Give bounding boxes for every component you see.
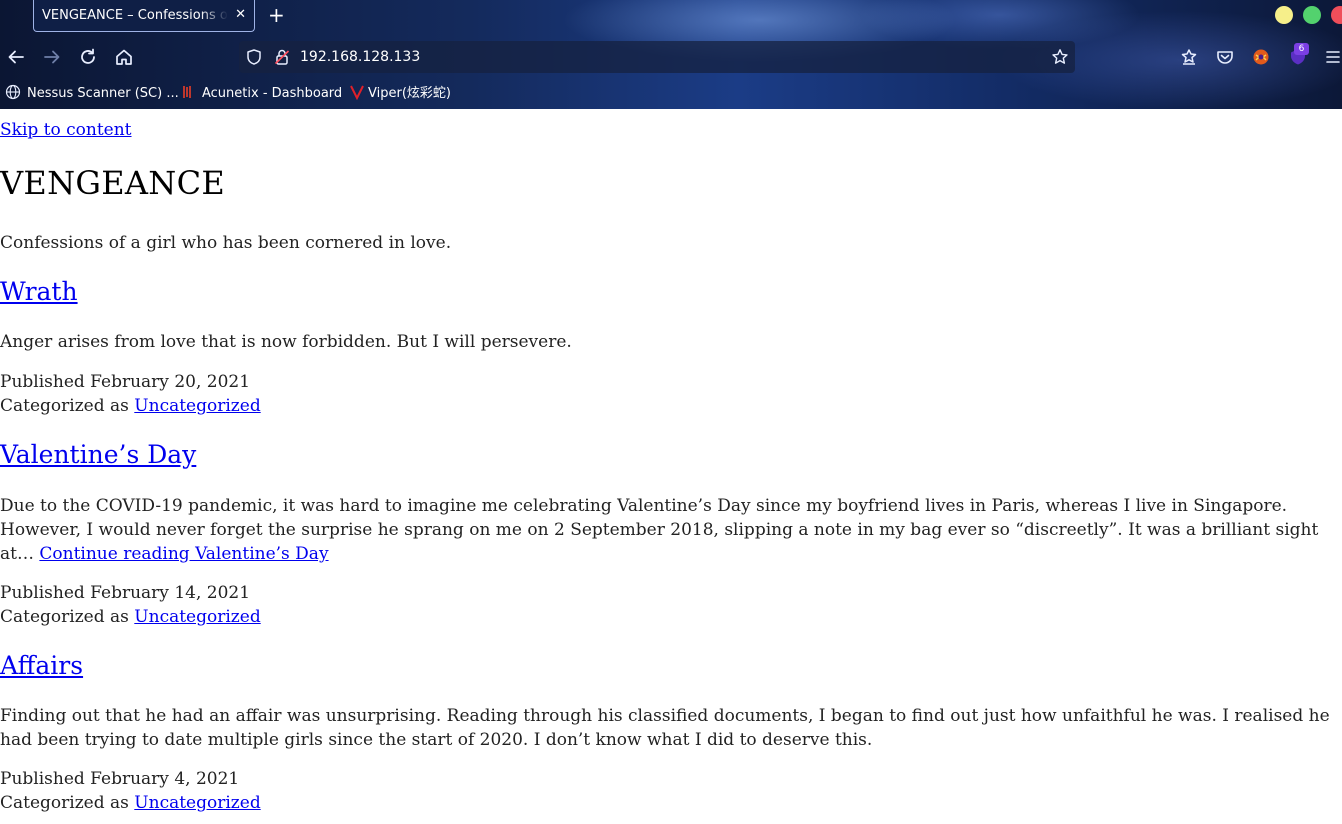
- bookmark-star-icon[interactable]: [1051, 48, 1069, 66]
- bookmark-label: Viper(炫彩蛇): [368, 86, 451, 101]
- shield-icon[interactable]: [245, 48, 263, 66]
- bookmark-acunetix[interactable]: Acunetix - Dashboard: [180, 84, 342, 102]
- pocket-icon[interactable]: [1214, 46, 1236, 68]
- tab-close-icon[interactable]: ✕: [235, 7, 246, 23]
- new-tab-button[interactable]: +: [268, 5, 285, 25]
- bookmark-nessus[interactable]: Nessus Scanner (SC) ...: [5, 84, 179, 102]
- url-text[interactable]: 192.168.128.133: [300, 49, 420, 65]
- firefox-account-icon[interactable]: [1178, 46, 1200, 68]
- category-prefix: Categorized as: [0, 396, 135, 416]
- extension-fox-icon[interactable]: [1250, 46, 1272, 68]
- back-arrow-icon[interactable]: [5, 46, 27, 68]
- post-category: Categorized as Uncategorized: [0, 396, 261, 416]
- close-window-button[interactable]: [1331, 6, 1342, 24]
- viper-icon: [350, 85, 364, 100]
- extension-badge: 6: [1294, 43, 1309, 55]
- post-excerpt: Finding out that he had an affair was un…: [0, 706, 1330, 750]
- site-title: VENGEANCE: [0, 164, 226, 202]
- tab-title: VENGEANCE – Confessions of a girl who ha…: [42, 8, 228, 23]
- forward-arrow-icon[interactable]: [41, 46, 63, 68]
- acunetix-icon: [183, 86, 191, 98]
- post-published-date: Published February 4, 2021: [0, 769, 240, 789]
- menu-icon[interactable]: [1322, 46, 1342, 68]
- post-title-link[interactable]: Wrath: [0, 277, 78, 306]
- insecure-lock-icon[interactable]: [273, 48, 291, 66]
- category-link[interactable]: Uncategorized: [134, 607, 260, 627]
- post-excerpt: Due to the COVID-19 pandemic, it was har…: [0, 494, 1338, 566]
- category-link[interactable]: Uncategorized: [134, 793, 260, 813]
- post-title-link[interactable]: Affairs: [0, 651, 83, 680]
- minimize-button[interactable]: [1275, 6, 1293, 24]
- post-category: Categorized as Uncategorized: [0, 607, 261, 627]
- post-excerpt: Anger arises from love that is now forbi…: [0, 332, 572, 352]
- home-icon[interactable]: [113, 46, 135, 68]
- page-content: Skip to content VENGEANCE Confessions of…: [0, 109, 1342, 824]
- category-prefix: Categorized as: [0, 793, 135, 813]
- post-published-date: Published February 20, 2021: [0, 372, 251, 392]
- skip-to-content-link[interactable]: Skip to content: [0, 120, 132, 140]
- post-title-link[interactable]: Valentine’s Day: [0, 440, 196, 469]
- url-bar[interactable]: 192.168.128.133: [239, 41, 1075, 73]
- category-prefix: Categorized as: [0, 607, 135, 627]
- post-published-date: Published February 14, 2021: [0, 583, 251, 603]
- browser-chrome: VENGEANCE – Confessions of a girl who ha…: [0, 0, 1342, 109]
- bookmark-label: Nessus Scanner (SC) ...: [27, 86, 179, 101]
- bookmark-viper[interactable]: Viper(炫彩蛇): [349, 84, 451, 102]
- bookmark-label: Acunetix - Dashboard: [202, 86, 343, 101]
- reload-icon[interactable]: [77, 46, 99, 68]
- post-category: Categorized as Uncategorized: [0, 793, 261, 813]
- site-tagline: Confessions of a girl who has been corne…: [0, 233, 452, 253]
- continue-reading-link[interactable]: Continue reading Valentine’s Day: [39, 544, 328, 564]
- category-link[interactable]: Uncategorized: [134, 396, 260, 416]
- browser-tab[interactable]: VENGEANCE – Confessions of a girl who ha…: [33, 0, 255, 32]
- maximize-button[interactable]: [1303, 6, 1321, 24]
- globe-icon: [5, 84, 21, 100]
